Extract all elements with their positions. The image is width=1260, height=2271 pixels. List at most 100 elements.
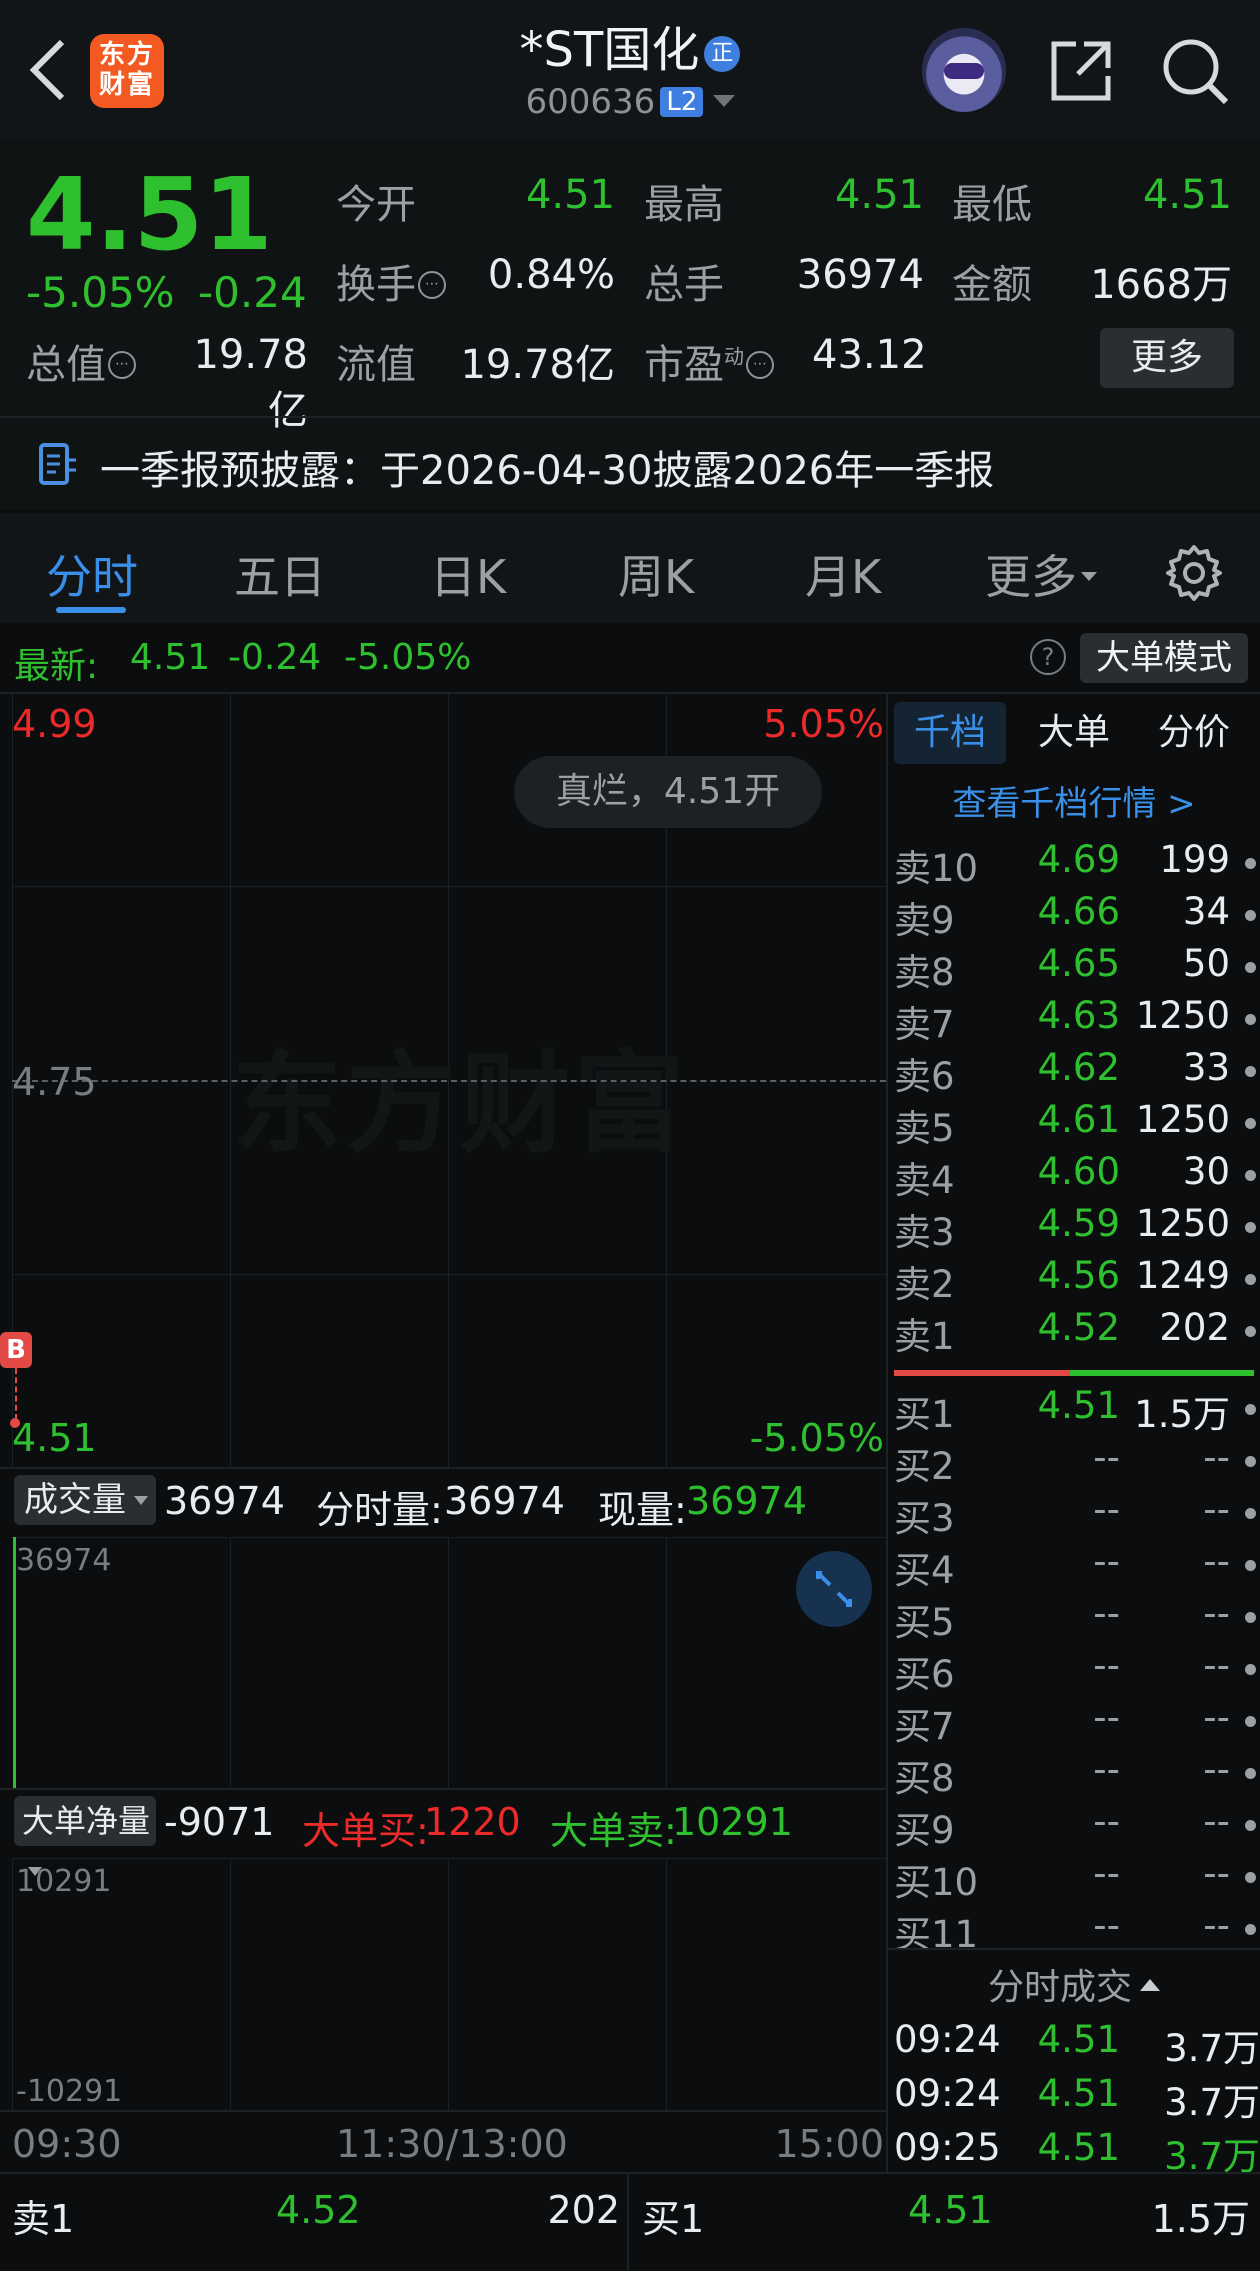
dot-icon — [1245, 1716, 1256, 1727]
buy-order-row[interactable]: 买10 -- -- — [890, 1852, 1260, 1904]
tab-orderbook-bigorder[interactable]: 大单 — [1018, 702, 1130, 764]
buy-order-row[interactable]: 买3 -- -- — [890, 1488, 1260, 1540]
settings-gear-icon[interactable] — [1164, 543, 1224, 603]
time-axis: 09:30 11:30/13:00 15:00 — [0, 2112, 886, 2172]
comment-toast[interactable]: 真烂，4.51开 — [514, 756, 822, 828]
order-level-label: 买11 — [894, 1913, 979, 1948]
buy-order-row[interactable]: 买11 -- -- — [890, 1904, 1260, 1948]
time-end: 15:00 — [774, 2122, 884, 2166]
sell-order-row[interactable]: 卖3 4.59 1250 — [890, 1202, 1260, 1254]
tab-more[interactable]: 更多 — [985, 541, 1097, 607]
sell-order-row[interactable]: 卖10 4.69 199 — [890, 838, 1260, 890]
buy-marker[interactable]: B — [0, 1332, 32, 1368]
notice-text[interactable]: 一季报预披露：于2026-04-30披露2026年一季报 — [100, 438, 994, 496]
tab-orderbook-1000[interactable]: 千档 — [894, 702, 1006, 764]
view-orderbook-link[interactable]: 查看千档行情 > — [888, 776, 1260, 825]
sell-order-row[interactable]: 卖8 4.65 50 — [890, 942, 1260, 994]
bigorder-mode-button[interactable]: 大单模式 — [1080, 633, 1248, 683]
dot-icon — [1245, 1274, 1256, 1285]
trade-time: 09:24 — [894, 2018, 1001, 2061]
volume-panel: 成交量 36974 分时量: 36974 现量: 36974 36974 — [0, 1469, 886, 1789]
tab-intraday[interactable]: 分时 — [46, 541, 138, 607]
sell-order-row[interactable]: 卖5 4.61 1250 — [890, 1098, 1260, 1150]
sell-order-row[interactable]: 卖4 4.60 30 — [890, 1150, 1260, 1202]
bigorder-axis-max: 10291 — [16, 1864, 112, 1899]
price-chart[interactable]: 东方财富 4.99 5.05% 4.75 4.51 -5.05% 真烂，4.51… — [0, 694, 886, 1469]
order-level-label: 卖9 — [894, 899, 955, 942]
back-icon[interactable] — [22, 38, 72, 102]
info-icon[interactable]: ⋯ — [108, 351, 136, 379]
dot-icon — [1245, 1118, 1256, 1129]
bigorder-panel: 大单净量 -9071 大单买: 1220 大单卖: 10291 10291 -1… — [0, 1790, 886, 2110]
buy-order-row[interactable]: 买9 -- -- — [890, 1800, 1260, 1852]
amount-label: 金额 — [952, 262, 1032, 308]
more-button[interactable]: 更多 — [1100, 328, 1234, 388]
robot-avatar-icon[interactable] — [922, 28, 1006, 112]
buy-order-row[interactable]: 买2 -- -- — [890, 1436, 1260, 1488]
price-axis-bottom: 4.51 — [12, 1416, 97, 1460]
pct-axis-top: 5.05% — [763, 702, 884, 746]
sell-order-row[interactable]: 卖9 4.66 34 — [890, 890, 1260, 942]
dot-icon — [1245, 1560, 1256, 1571]
tab-active-underline — [56, 607, 126, 613]
dot-icon — [1245, 1326, 1256, 1337]
order-level-label: 卖6 — [894, 1055, 955, 1098]
latest-change-pct: -5.05% — [344, 637, 472, 678]
buy-order-row[interactable]: 买4 -- -- — [890, 1540, 1260, 1592]
turnover-label: 换手 ⋯ — [336, 252, 446, 310]
trades-title[interactable]: 分时成交 — [888, 1958, 1260, 2010]
float-label: 流值 — [336, 342, 416, 388]
help-icon[interactable]: ? — [1030, 639, 1066, 675]
sell-order-row[interactable]: 卖6 4.62 33 — [890, 1046, 1260, 1098]
tab-monthly-k[interactable]: 月K — [805, 541, 881, 607]
expand-icon[interactable] — [796, 1551, 872, 1627]
tab-5day[interactable]: 五日 — [234, 541, 326, 607]
sell-order-row[interactable]: 卖2 4.56 1249 — [890, 1254, 1260, 1306]
share-icon[interactable] — [1046, 36, 1116, 106]
sell-order-row[interactable]: 卖1 4.52 202 — [890, 1306, 1260, 1358]
orderbook-tabs: 千档 大单 分价 — [888, 698, 1260, 770]
mktcap-label: 总值 ⋯ — [26, 332, 136, 390]
price-axis-mid: 4.75 — [12, 1060, 97, 1104]
buy-order-row[interactable]: 买8 -- -- — [890, 1748, 1260, 1800]
trade-volume: 3.7万 — [1164, 2081, 1260, 2124]
order-volume: -- — [1203, 1696, 1230, 1739]
order-level-label: 卖1 — [894, 1315, 955, 1358]
buy-order-row[interactable]: 买5 -- -- — [890, 1592, 1260, 1644]
order-level-label: 卖4 — [894, 1159, 955, 1202]
time-mid: 11:30/13:00 — [336, 2122, 568, 2166]
order-level-label: 买10 — [894, 1861, 979, 1904]
trade-time: 09:25 — [894, 2126, 1001, 2169]
tab-daily-k[interactable]: 日K — [430, 541, 506, 607]
info-icon[interactable]: ⋯ — [746, 351, 774, 379]
period-volume-value: 36974 — [444, 1479, 565, 1523]
buy-order-row[interactable]: 买1 4.51 1.5万 — [890, 1384, 1260, 1436]
order-volume: 1250 — [1135, 1098, 1230, 1141]
report-icon — [38, 442, 78, 486]
tab-weekly-k[interactable]: 周K — [618, 541, 694, 607]
buy-order-row[interactable]: 买7 -- -- — [890, 1696, 1260, 1748]
bottom-buy-price: 4.51 — [908, 2188, 993, 2232]
sell-order-row[interactable]: 卖7 4.63 1250 — [890, 994, 1260, 1046]
float-value: 19.78亿 — [460, 342, 615, 388]
bigorder-selector[interactable]: 大单净量 — [14, 1796, 156, 1876]
order-volume: -- — [1203, 1644, 1230, 1687]
order-level-label: 买5 — [894, 1601, 955, 1644]
trade-row: 09:25 4.51 3.7万 — [890, 2126, 1260, 2178]
price-axis-top: 4.99 — [12, 702, 97, 746]
bottom-buy-label: 买1 — [642, 2197, 705, 2241]
pct-axis-bottom: -5.05% — [749, 1416, 884, 1460]
order-level-label: 卖2 — [894, 1263, 955, 1306]
order-level-label: 买6 — [894, 1653, 955, 1696]
buy-order-row[interactable]: 买6 -- -- — [890, 1644, 1260, 1696]
tab-orderbook-byprice[interactable]: 分价 — [1138, 702, 1250, 764]
dot-icon — [1245, 1170, 1256, 1181]
current-price: 4.51 — [26, 156, 273, 273]
chevron-down-icon[interactable] — [712, 95, 735, 107]
order-volume: -- — [1203, 1800, 1230, 1843]
bigorder-sell-label: 大单卖: — [550, 1809, 677, 1853]
info-icon[interactable]: ⋯ — [418, 271, 446, 299]
search-icon[interactable] — [1160, 36, 1232, 108]
level-badge[interactable]: L2 — [660, 87, 704, 117]
volume-selector[interactable]: 成交量 — [14, 1475, 156, 1525]
